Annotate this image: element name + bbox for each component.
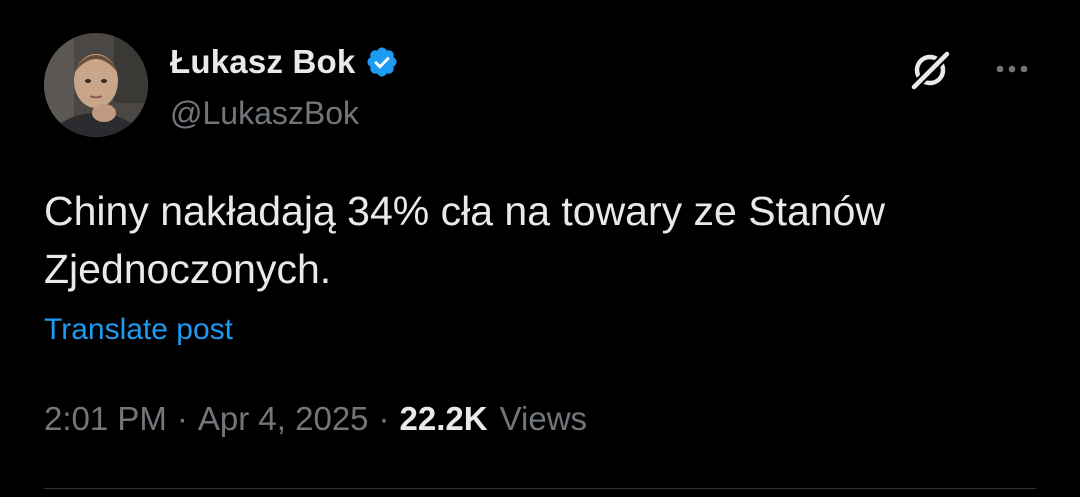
- views-label: Views: [499, 400, 588, 437]
- grok-icon[interactable]: [904, 46, 956, 94]
- author-handle[interactable]: @LukaszBok: [170, 95, 359, 132]
- author-display-name[interactable]: Łukasz Bok: [170, 43, 355, 81]
- meta-separator: ·: [176, 400, 188, 437]
- translate-post-link[interactable]: Translate post: [44, 313, 233, 347]
- meta-separator: ·: [378, 400, 390, 437]
- tweet-date[interactable]: Apr 4, 2025: [198, 400, 369, 438]
- avatar-image: [44, 33, 148, 137]
- divider: [44, 488, 1036, 489]
- avatar[interactable]: [44, 33, 148, 137]
- tweet: Łukasz Bok @LukaszBok Chiny nakładają 34…: [0, 0, 1080, 497]
- more-dots-icon[interactable]: [990, 54, 1034, 84]
- views-count: 22.2K: [399, 400, 488, 437]
- verified-badge-icon: [365, 45, 399, 79]
- author-name-row: Łukasz Bok: [170, 40, 399, 84]
- tweet-meta: 2:01 PM · Apr 4, 2025 · 22.2K Views: [44, 400, 587, 438]
- tweet-text: Chiny nakładają 34% cła na towary ze Sta…: [44, 188, 885, 292]
- tweet-time[interactable]: 2:01 PM: [44, 400, 167, 438]
